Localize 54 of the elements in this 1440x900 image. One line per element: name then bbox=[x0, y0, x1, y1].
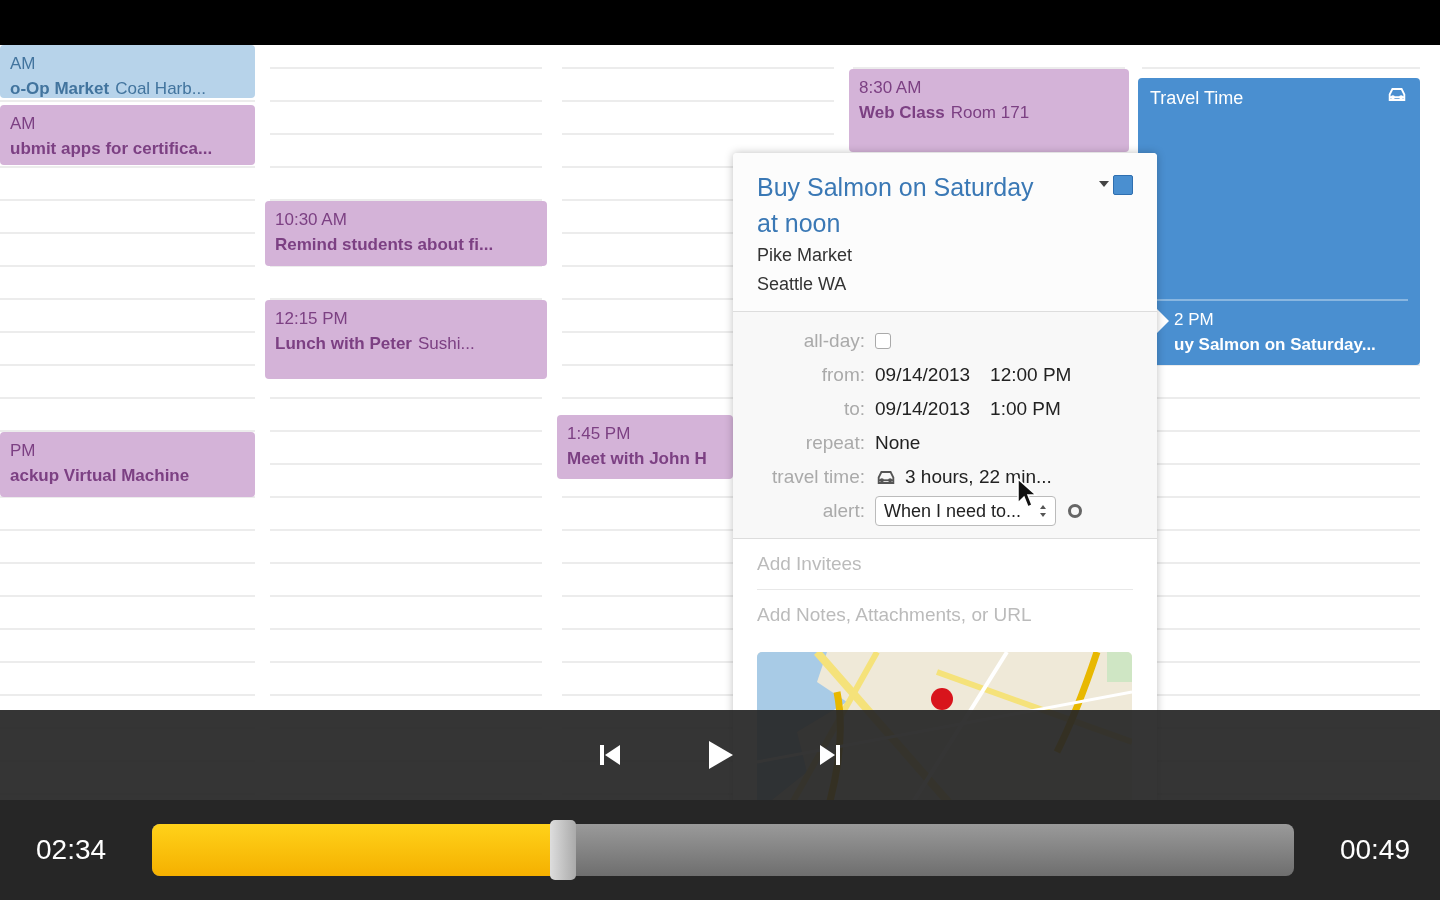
time-field[interactable]: 12:00 PM bbox=[990, 364, 1072, 386]
skip-forward-icon bbox=[818, 743, 842, 767]
event-location: Coal Harb... bbox=[115, 79, 206, 98]
repeat-value[interactable]: None bbox=[875, 432, 921, 454]
event-location: Room 171 bbox=[950, 103, 1030, 122]
field-label: to: bbox=[842, 398, 866, 420]
remaining-time: 00:49 bbox=[1339, 834, 1410, 866]
field-label: from: bbox=[820, 364, 866, 386]
event-title: uy Salmon on Saturday... bbox=[1174, 334, 1376, 356]
event-title[interactable]: Buy Salmon on Saturday at noon bbox=[757, 169, 1047, 241]
event-title: o-Op Market bbox=[10, 79, 110, 98]
calendar-event[interactable]: AM o-Op Market Coal Harb... bbox=[0, 45, 255, 98]
event-time: 2 PM bbox=[1174, 309, 1214, 331]
field-label: alert: bbox=[821, 500, 866, 522]
checkbox[interactable] bbox=[875, 333, 891, 349]
calendar-event[interactable]: PM ackup Virtual Machine bbox=[0, 432, 255, 497]
event-time: 8:30 AM bbox=[859, 77, 923, 99]
time-field[interactable]: 1:00 PM bbox=[990, 398, 1061, 420]
travel-time-block[interactable]: Travel Time 2 PM uy Salmon on Saturday... bbox=[1138, 78, 1420, 365]
calendar-event[interactable]: AM ubmit apps for certifica... bbox=[0, 105, 255, 165]
event-location: Seattle WA bbox=[757, 273, 848, 296]
calendar-event[interactable]: 10:30 AM Remind students about fi... bbox=[265, 201, 547, 266]
event-location: Sushi... bbox=[417, 334, 475, 353]
skip-back-icon bbox=[598, 743, 622, 767]
stepper-icon bbox=[1039, 504, 1048, 518]
date-field[interactable]: 09/14/2013 bbox=[875, 364, 971, 386]
event-time: AM bbox=[10, 113, 37, 135]
progress-thumb[interactable] bbox=[550, 820, 577, 880]
field-label: all-day: bbox=[802, 330, 866, 352]
event-title: Meet with John H bbox=[567, 449, 707, 468]
calendar-color-swatch[interactable] bbox=[1113, 175, 1133, 195]
field-label: travel time: bbox=[771, 466, 866, 488]
event-time: 12:15 PM bbox=[275, 308, 349, 330]
event-title: ackup Virtual Machine bbox=[10, 466, 190, 485]
calendar-event[interactable]: 12:15 PM Lunch with Peter Sushi... bbox=[265, 300, 547, 379]
calendar-event[interactable]: 1:45 PM Meet with John H bbox=[557, 415, 733, 479]
field-label: repeat: bbox=[804, 432, 866, 454]
car-icon bbox=[875, 468, 897, 486]
event-title: Lunch with Peter bbox=[275, 334, 412, 353]
event-title: Travel Time bbox=[1150, 87, 1244, 110]
car-icon bbox=[1386, 86, 1408, 103]
date-field[interactable]: 09/14/2013 bbox=[875, 398, 971, 420]
elapsed-time: 02:34 bbox=[36, 834, 107, 866]
event-location: Pike Market bbox=[757, 244, 854, 267]
alert-select[interactable]: When I need to... bbox=[875, 496, 1057, 526]
event-time: PM bbox=[10, 440, 37, 462]
event-time: 10:30 AM bbox=[275, 209, 348, 231]
calendar-event[interactable]: 8:30 AM Web Class Room 171 bbox=[849, 69, 1129, 152]
circle-icon[interactable] bbox=[1068, 504, 1083, 518]
event-title: Web Class bbox=[859, 103, 945, 122]
event-title: Remind students about fi... bbox=[275, 235, 494, 254]
event-time: AM bbox=[10, 53, 37, 75]
event-time: 1:45 PM bbox=[567, 423, 632, 445]
event-title: ubmit apps for certifica... bbox=[10, 139, 213, 158]
